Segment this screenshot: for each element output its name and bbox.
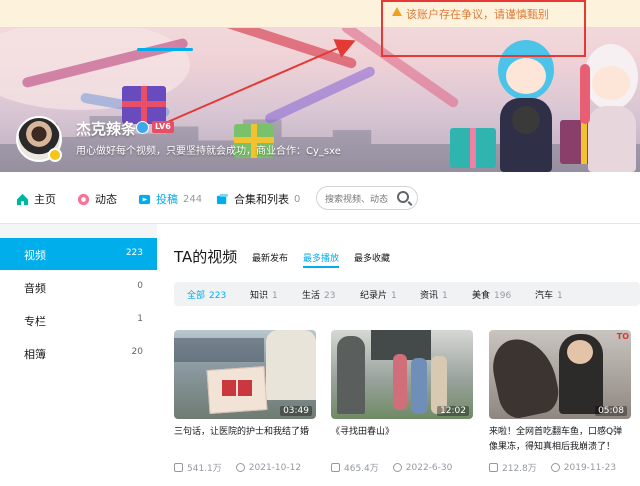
search-box — [316, 186, 418, 211]
tab-uploads-label: 投稿 — [156, 193, 178, 206]
filter-chip-car[interactable]: 汽车 1 — [535, 288, 563, 301]
video-date: 2019-11-23 — [563, 462, 617, 473]
sidebar-item-label: 专栏 — [24, 315, 46, 328]
tab-home[interactable]: 主页 — [16, 191, 56, 207]
video-meta: 212.8万 2019-11-23 — [489, 461, 631, 474]
search-input[interactable] — [325, 189, 403, 211]
tab-uploads-count: 244 — [183, 193, 203, 205]
sort-latest[interactable]: 最新发布 — [252, 251, 288, 264]
video-card[interactable]: 03:49 三句话，让医院的护士和我结了婚 541.1万 2021-10-12 — [174, 330, 316, 474]
video-play-count: 465.4万 — [344, 464, 379, 474]
video-title[interactable]: 三句话，让医院的护士和我结了婚 — [174, 425, 316, 455]
filter-chip-count: 196 — [494, 291, 512, 301]
filter-chip-count: 223 — [209, 291, 227, 301]
tab-collections[interactable]: 合集和列表 0 — [216, 191, 300, 207]
clock-icon — [550, 463, 560, 472]
tab-collections-count: 0 — [294, 193, 301, 205]
verified-badge-icon — [48, 148, 62, 162]
play-count-icon — [489, 463, 498, 472]
filter-chip-label: 全部 — [187, 291, 206, 301]
filter-chip-label: 资讯 — [420, 291, 439, 301]
sidebar-item-count: 1 — [137, 314, 143, 324]
filter-chip-count: 1 — [391, 291, 397, 301]
filter-chip-knowledge[interactable]: 知识 1 — [250, 288, 278, 301]
filter-chip-all[interactable]: 全部 223 — [187, 288, 226, 301]
filter-chip-count: 23 — [324, 291, 336, 301]
clock-icon — [235, 463, 245, 472]
profile-signature: 用心做好每个视频，只要坚持就会成功，商业合作：Cy_sxe — [76, 146, 341, 157]
sidebar: 视频 223 音频 0 专栏 1 相簿 20 — [0, 238, 157, 486]
search-icon[interactable] — [397, 191, 409, 203]
tab-collections-label: 合集和列表 — [234, 193, 289, 206]
sort-most-played[interactable]: 最多播放 — [303, 251, 339, 264]
category-filter-bar — [174, 282, 640, 306]
play-count-icon — [174, 463, 183, 472]
uploads-icon — [138, 194, 151, 204]
page-title: TA的视频 — [174, 248, 238, 266]
play-count-icon — [331, 463, 340, 472]
tab-home-label: 主页 — [34, 193, 56, 206]
filter-chip-documentary[interactable]: 纪录片 1 — [360, 288, 397, 301]
sidebar-item-count: 0 — [137, 281, 143, 291]
video-meta: 465.4万 2022-6-30 — [331, 461, 473, 474]
username: 杰克辣条 — [76, 120, 137, 138]
video-play-count: 212.8万 — [502, 464, 537, 474]
filter-chip-count: 1 — [442, 291, 448, 301]
filter-chip-label: 生活 — [302, 291, 321, 301]
level-badge: LV6 — [152, 121, 174, 133]
sidebar-item-count: 20 — [131, 347, 143, 357]
video-thumbnail[interactable]: 12:02 — [331, 330, 473, 419]
sidebar-item-audio[interactable]: 音频 0 — [0, 271, 157, 303]
sidebar-item-label: 相簿 — [24, 348, 46, 361]
filter-chip-count: 1 — [272, 291, 278, 301]
anime-girl-illustration — [490, 40, 560, 172]
video-title[interactable]: 来啦！全网首吃翻车鱼，口感Q弹像果冻，得知真相后我崩溃了！ — [489, 425, 631, 455]
filter-chip-count: 1 — [557, 291, 563, 301]
collections-icon — [216, 193, 229, 204]
video-duration: 03:49 — [280, 406, 312, 416]
filter-chip-label: 美食 — [472, 291, 491, 301]
video-date: 2021-10-12 — [248, 462, 302, 473]
video-duration: 12:02 — [437, 406, 469, 416]
tab-dynamic[interactable]: 动态 — [77, 191, 117, 207]
video-play-count: 541.1万 — [187, 464, 222, 474]
video-title[interactable]: 《寻找田春山》 — [331, 425, 473, 455]
video-duration: 05:08 — [595, 406, 627, 416]
video-date: 2022-6-30 — [405, 462, 453, 473]
sort-most-favorited[interactable]: 最多收藏 — [354, 251, 390, 264]
video-thumbnail[interactable]: 03:49 — [174, 330, 316, 419]
filter-chip-label: 知识 — [250, 291, 269, 301]
video-meta: 541.1万 2021-10-12 — [174, 461, 316, 474]
video-card[interactable]: TO 05:08 来啦！全网首吃翻车鱼，口感Q弹像果冻，得知真相后我崩溃了！ 2… — [489, 330, 631, 474]
tab-uploads[interactable]: 投稿 244 — [138, 191, 202, 207]
video-card[interactable]: 12:02 《寻找田春山》 465.4万 2022-6-30 — [331, 330, 473, 474]
tab-dynamic-label: 动态 — [95, 193, 117, 206]
sidebar-item-article[interactable]: 专栏 1 — [0, 304, 157, 336]
official-verify-icon — [136, 121, 149, 134]
sidebar-item-video[interactable]: 视频 223 — [0, 238, 157, 270]
clock-icon — [392, 463, 402, 472]
active-sort-indicator — [303, 266, 339, 268]
sidebar-item-label: 视频 — [24, 249, 46, 262]
filter-chip-life[interactable]: 生活 23 — [302, 288, 335, 301]
filter-chip-food[interactable]: 美食 196 — [472, 288, 511, 301]
home-icon — [16, 193, 29, 205]
video-thumbnail[interactable]: TO 05:08 — [489, 330, 631, 419]
filter-chip-news[interactable]: 资讯 1 — [420, 288, 448, 301]
filter-chip-label: 汽车 — [535, 291, 554, 301]
sidebar-item-album[interactable]: 相簿 20 — [0, 337, 157, 369]
dynamic-icon — [77, 193, 90, 205]
sidebar-item-count: 223 — [125, 248, 143, 258]
filter-chip-label: 纪录片 — [360, 291, 388, 301]
active-tab-indicator — [137, 48, 193, 51]
anime-girl-illustration — [580, 44, 640, 172]
annotation-highlight-box — [381, 0, 586, 57]
sidebar-item-label: 音频 — [24, 282, 46, 295]
